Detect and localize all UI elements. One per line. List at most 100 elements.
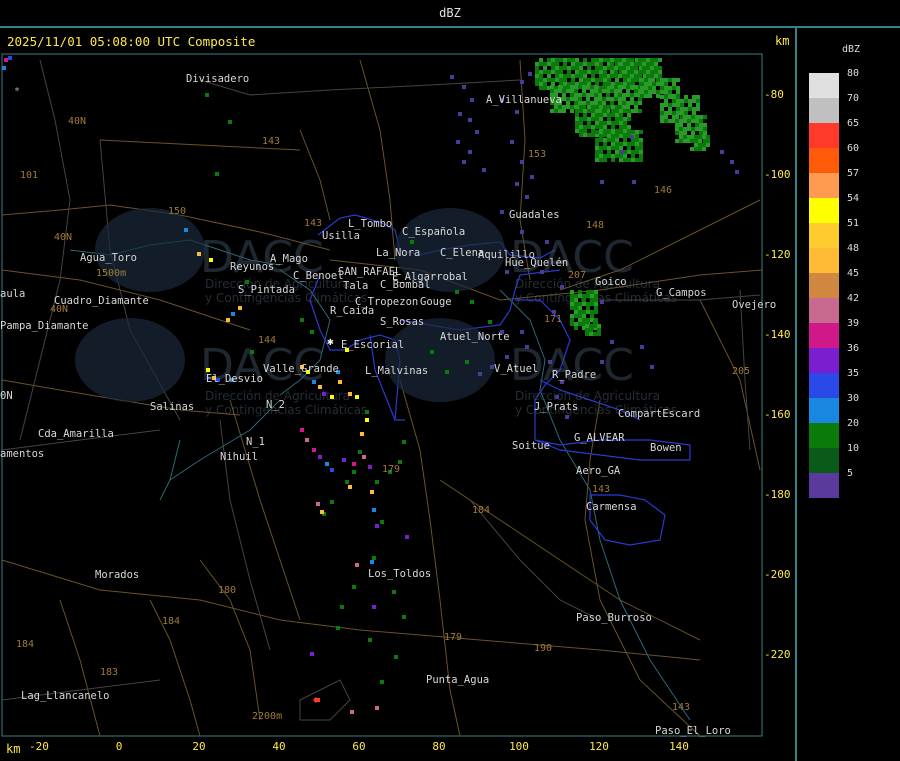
echo-pixel xyxy=(4,58,8,62)
echo-pixel xyxy=(650,66,654,70)
echo-pixel xyxy=(520,160,524,164)
echo-pixel xyxy=(352,585,356,589)
echo-pixel xyxy=(606,97,610,101)
echo-pixel xyxy=(582,101,586,105)
echo-pixel xyxy=(638,58,642,62)
echo-pixel xyxy=(510,140,514,144)
echo-pixel xyxy=(679,119,683,123)
echo-pixel xyxy=(660,107,664,111)
echo-pixel xyxy=(615,78,619,82)
echo-pixel xyxy=(607,154,611,158)
echo-pixel xyxy=(570,302,574,306)
radar-site-icon: ✱ xyxy=(327,335,334,348)
echo-pixel xyxy=(606,93,610,97)
echo-pixel xyxy=(626,62,630,66)
echo-pixel xyxy=(578,310,582,314)
echo-pixel xyxy=(676,103,680,107)
echo-pixel xyxy=(646,70,650,74)
echo-pixel xyxy=(638,70,642,74)
route-label: 143 xyxy=(592,484,610,495)
echo-pixel xyxy=(570,109,574,113)
echo-pixel xyxy=(639,158,643,162)
echo-pixel xyxy=(405,535,409,539)
echo-pixel xyxy=(380,680,384,684)
echo-pixel xyxy=(690,139,694,143)
place-label: Ovejero xyxy=(732,299,776,311)
echo-pixel xyxy=(610,85,614,89)
echo-pixel xyxy=(578,97,582,101)
watermark-line1-2: Dirección de Agricultura xyxy=(515,277,660,291)
echo-pixel xyxy=(631,158,635,162)
echo-pixel xyxy=(611,154,615,158)
echo-pixel xyxy=(325,462,329,466)
echo-pixel xyxy=(654,74,658,78)
echo-pixel xyxy=(554,89,558,93)
echo-pixel xyxy=(574,85,578,89)
route-label: 184 xyxy=(472,505,490,516)
echo-pixel xyxy=(586,294,590,298)
place-label: R_Padre xyxy=(552,369,596,381)
echo-pixel xyxy=(578,290,582,294)
echo-pixel xyxy=(610,66,614,70)
echo-pixel xyxy=(583,78,587,82)
echo-pixel xyxy=(582,85,586,89)
echo-pixel xyxy=(646,74,650,78)
echo-pixel xyxy=(599,130,603,134)
echo-pixel xyxy=(595,121,599,125)
place-label: G_Campos xyxy=(656,287,707,299)
echo-pixel xyxy=(565,415,569,419)
echo-pixel xyxy=(594,298,598,302)
echo-pixel xyxy=(594,97,598,101)
legend-swatch xyxy=(809,373,839,398)
echo-pixel xyxy=(634,74,638,78)
echo-pixel xyxy=(595,105,599,109)
echo-pixel xyxy=(664,82,668,86)
echo-pixel xyxy=(578,93,582,97)
echo-pixel xyxy=(696,95,700,99)
y-tick-label: -140 xyxy=(764,328,791,341)
echo-pixel xyxy=(672,86,676,90)
echo-pixel xyxy=(587,133,591,137)
echo-pixel xyxy=(579,62,583,66)
echo-pixel xyxy=(620,150,624,154)
echo-pixel xyxy=(603,138,607,142)
echo-pixel xyxy=(482,168,486,172)
echo-pixel xyxy=(587,70,591,74)
echo-pixel xyxy=(539,70,543,74)
echo-pixel xyxy=(683,127,687,131)
echo-pixel xyxy=(585,320,589,324)
echo-pixel xyxy=(365,410,369,414)
echo-pixel xyxy=(563,66,567,70)
y-tick-label: -80 xyxy=(764,88,784,101)
echo-pixel xyxy=(631,150,635,154)
echo-pixel xyxy=(684,99,688,103)
echo-pixel xyxy=(623,109,627,113)
y-tick-label: -120 xyxy=(764,248,791,261)
legend-label: 48 xyxy=(847,243,860,254)
echo-pixel xyxy=(375,524,379,528)
echo-pixel xyxy=(583,109,587,113)
legend-label: 30 xyxy=(847,393,860,404)
echo-pixel xyxy=(586,302,590,306)
echo-pixel xyxy=(644,90,648,94)
echo-pixel xyxy=(603,66,607,70)
radar-map[interactable]: DACC DACC DACC DACC Dirección de Agricul… xyxy=(0,0,900,761)
legend-swatch xyxy=(809,123,839,148)
echo-pixel xyxy=(586,93,590,97)
echo-pixel xyxy=(630,74,634,78)
place-label: Soitue xyxy=(512,440,550,452)
echo-pixel xyxy=(599,138,603,142)
echo-pixel xyxy=(626,74,630,78)
echo-pixel xyxy=(622,66,626,70)
echo-pixel xyxy=(692,111,696,115)
echo-pixel xyxy=(571,62,575,66)
echo-pixel xyxy=(578,294,582,298)
echo-pixel xyxy=(574,326,578,330)
echo-pixel xyxy=(566,89,570,93)
place-label: El_Desvio xyxy=(206,373,263,385)
echo-pixel xyxy=(694,147,698,151)
echo-pixel xyxy=(635,78,639,82)
echo-pixel xyxy=(650,58,654,62)
legend-swatch xyxy=(809,98,839,123)
echo-pixel xyxy=(640,90,644,94)
